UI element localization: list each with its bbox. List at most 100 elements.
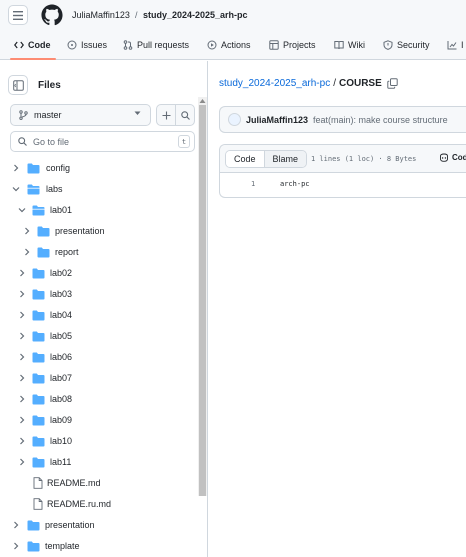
commit-author[interactable]: JuliaMaffin123 xyxy=(246,115,308,125)
chevron-right-icon xyxy=(20,437,25,445)
blame-view-button[interactable]: Blame xyxy=(264,151,307,167)
tree-item-label: lab04 xyxy=(50,310,73,320)
tree-item-folder[interactable]: lab03 xyxy=(17,284,72,304)
collapse-panel-button[interactable] xyxy=(8,75,28,95)
copy-path-icon[interactable] xyxy=(387,78,398,89)
scroll-up-arrow-icon[interactable] xyxy=(199,98,206,104)
tab-projects[interactable]: Projects xyxy=(269,40,316,50)
tree-item-label: lab08 xyxy=(50,394,73,404)
tree-item-label: presentation xyxy=(45,520,95,530)
avatar[interactable] xyxy=(228,113,241,126)
chevron-right-icon xyxy=(20,374,25,382)
scrollbar-thumb[interactable] xyxy=(199,105,206,496)
tab-wiki[interactable]: Wiki xyxy=(334,40,365,50)
tree-item-folder[interactable]: lab05 xyxy=(17,326,72,346)
tab-label: Security xyxy=(397,40,430,50)
tree-item-folder[interactable]: lab02 xyxy=(17,263,72,283)
repo-nav: Code Issues Pull requests Actions Projec… xyxy=(0,32,466,60)
path-file-name: COURSE xyxy=(338,78,382,89)
file-meta: 1 lines (1 loc) · 8 Bytes xyxy=(311,155,417,163)
tree-item-label: config xyxy=(46,163,71,173)
chevron-right-icon xyxy=(14,521,19,529)
repo-link[interactable]: study_2024-2025_arh-pc xyxy=(143,10,248,20)
tab-label: Projects xyxy=(283,40,316,50)
copilot-button[interactable]: Cod xyxy=(439,153,466,162)
search-code-button[interactable] xyxy=(175,104,195,126)
folder-icon xyxy=(37,226,50,236)
tree-item-folder[interactable]: lab09 xyxy=(17,410,72,430)
tree-item-folder[interactable]: lab10 xyxy=(17,431,72,451)
copilot-label: Cod xyxy=(452,153,466,162)
table-icon xyxy=(269,40,279,50)
chevron-right-icon xyxy=(20,416,25,424)
keyboard-shortcut: t xyxy=(178,135,190,148)
latest-commit-bar: JuliaMaffin123 feat(main): make course s… xyxy=(219,106,466,133)
tree-item-folder[interactable]: template xyxy=(11,536,80,556)
tree-item-folder[interactable]: report xyxy=(22,242,79,262)
tree-item-label: template xyxy=(45,541,80,551)
code-icon xyxy=(14,41,24,49)
tree-item-label: lab03 xyxy=(50,289,73,299)
tree-item-file[interactable]: README.md xyxy=(33,473,101,493)
menu-button[interactable] xyxy=(8,5,28,25)
code-line: arch-pc xyxy=(280,180,310,188)
chevron-down-icon xyxy=(12,187,20,192)
tab-label: Issues xyxy=(81,40,108,50)
branch-selector[interactable]: master xyxy=(10,104,151,126)
folder-icon xyxy=(32,310,45,320)
file-path-breadcrumb: study_2024-2025_arh-pc / COURSE xyxy=(219,78,398,89)
tab-issues[interactable]: Issues xyxy=(67,40,107,50)
tree-item-folder[interactable]: presentation xyxy=(22,221,105,241)
tab-pull-requests[interactable]: Pull requests xyxy=(123,40,189,50)
chevron-right-icon xyxy=(20,269,25,277)
graph-icon xyxy=(447,41,457,50)
tree-item-folder[interactable]: config xyxy=(11,158,70,178)
tree-item-folder[interactable]: lab04 xyxy=(17,305,72,325)
go-to-file-placeholder: Go to file xyxy=(33,136,70,147)
code-view-button[interactable]: Code xyxy=(226,151,265,167)
tree-item-folder[interactable]: lab06 xyxy=(17,347,72,367)
file-icon xyxy=(33,477,43,489)
owner-link[interactable]: JuliaMaffin123 xyxy=(72,10,130,20)
file-icon xyxy=(33,498,43,510)
chevron-right-icon xyxy=(20,458,25,466)
book-icon xyxy=(334,41,344,50)
tree-item-folder[interactable]: lab01 xyxy=(17,200,72,220)
files-header: Files xyxy=(8,75,61,95)
tree-item-folder[interactable]: lab08 xyxy=(17,389,72,409)
tree-item-label: lab10 xyxy=(50,436,73,446)
play-icon xyxy=(207,40,217,50)
folder-icon xyxy=(32,268,45,278)
tab-security[interactable]: Security xyxy=(383,40,430,50)
commit-message[interactable]: feat(main): make course structure xyxy=(313,115,448,125)
tree-item-folder[interactable]: lab07 xyxy=(17,368,72,388)
files-title: Files xyxy=(38,79,61,91)
tree-item-label: report xyxy=(55,247,79,257)
chevron-right-icon xyxy=(25,248,30,256)
chevron-right-icon xyxy=(20,290,25,298)
chevron-right-icon xyxy=(20,332,25,340)
folder-icon xyxy=(27,541,40,551)
folder-icon xyxy=(32,415,45,425)
tree-item-folder[interactable]: lab11 xyxy=(17,452,71,472)
tree-item-folder[interactable]: labs xyxy=(11,179,63,199)
tab-actions[interactable]: Actions xyxy=(207,40,251,50)
tab-insights[interactable]: I xyxy=(447,40,464,50)
tree-item-folder[interactable]: presentation xyxy=(11,515,95,535)
path-repo-link[interactable]: study_2024-2025_arh-pc xyxy=(219,78,330,89)
tab-code[interactable]: Code xyxy=(14,40,51,50)
view-toggle: Code Blame xyxy=(225,150,308,168)
folder-icon xyxy=(32,436,45,446)
tree-item-label: presentation xyxy=(55,226,105,236)
go-to-file-input[interactable]: Go to file t xyxy=(10,131,195,152)
branch-name: master xyxy=(34,110,62,120)
tree-item-label: README.md xyxy=(47,478,101,488)
chevron-right-icon xyxy=(25,227,30,235)
tree-item-label: lab06 xyxy=(50,352,73,362)
file-viewer-header: Code Blame 1 lines (1 loc) · 8 Bytes Cod xyxy=(220,145,466,173)
github-logo-icon[interactable] xyxy=(41,4,63,26)
folder-icon xyxy=(27,520,40,530)
add-file-button[interactable] xyxy=(156,104,176,126)
folder-icon xyxy=(32,373,45,383)
tree-item-file[interactable]: README.ru.md xyxy=(33,494,111,514)
